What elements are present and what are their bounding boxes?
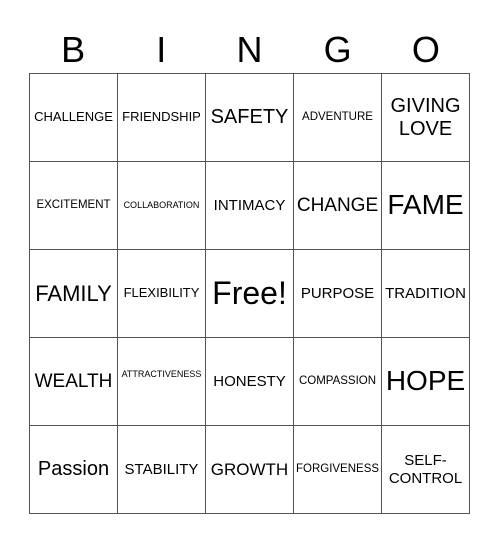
bingo-cell[interactable]: FORGIVENESS	[294, 426, 382, 514]
bingo-cell[interactable]: GIVING LOVE	[382, 74, 470, 162]
bingo-cell[interactable]: PURPOSE	[294, 250, 382, 338]
bingo-cell[interactable]: WEALTH	[30, 338, 118, 426]
bingo-cell[interactable]: COLLABORATION	[118, 162, 206, 250]
free-space-cell[interactable]: Free!	[206, 250, 294, 338]
bingo-grid: CHALLENGE FRIENDSHIP SAFETY ADVENTURE GI…	[29, 73, 470, 514]
header-letter-b: B	[61, 29, 86, 70]
bingo-cell[interactable]: ADVENTURE	[294, 74, 382, 162]
bingo-cell[interactable]: FAME	[382, 162, 470, 250]
bingo-cell[interactable]: GROWTH	[206, 426, 294, 514]
bingo-cell[interactable]: SELF-CONTROL	[382, 426, 470, 514]
bingo-cell[interactable]: Passion	[30, 426, 118, 514]
bingo-cell[interactable]: FAMILY	[30, 250, 118, 338]
bingo-cell[interactable]: SAFETY	[206, 74, 294, 162]
bingo-cell[interactable]: INTIMACY	[206, 162, 294, 250]
header-letter-i: I	[156, 29, 167, 70]
bingo-cell[interactable]: FRIENDSHIP	[118, 74, 206, 162]
header-letter-g: G	[323, 29, 352, 70]
bingo-cell[interactable]: EXCITEMENT	[30, 162, 118, 250]
bingo-cell[interactable]: HOPE	[382, 338, 470, 426]
bingo-cell[interactable]: FLEXIBILITY	[118, 250, 206, 338]
bingo-cell[interactable]: TRADITION	[382, 250, 470, 338]
bingo-cell[interactable]: ATTRACTIVENESS	[118, 338, 206, 426]
bingo-cell[interactable]: CHANGE	[294, 162, 382, 250]
bingo-cell[interactable]: COMPASSION	[294, 338, 382, 426]
bingo-cell[interactable]: CHALLENGE	[30, 74, 118, 162]
header-letter-o: O	[411, 29, 440, 70]
bingo-cell[interactable]: HONESTY	[206, 338, 294, 426]
bingo-header: B I N G O	[29, 28, 470, 72]
header-letter-n: N	[236, 29, 263, 70]
bingo-cell[interactable]: STABILITY	[118, 426, 206, 514]
